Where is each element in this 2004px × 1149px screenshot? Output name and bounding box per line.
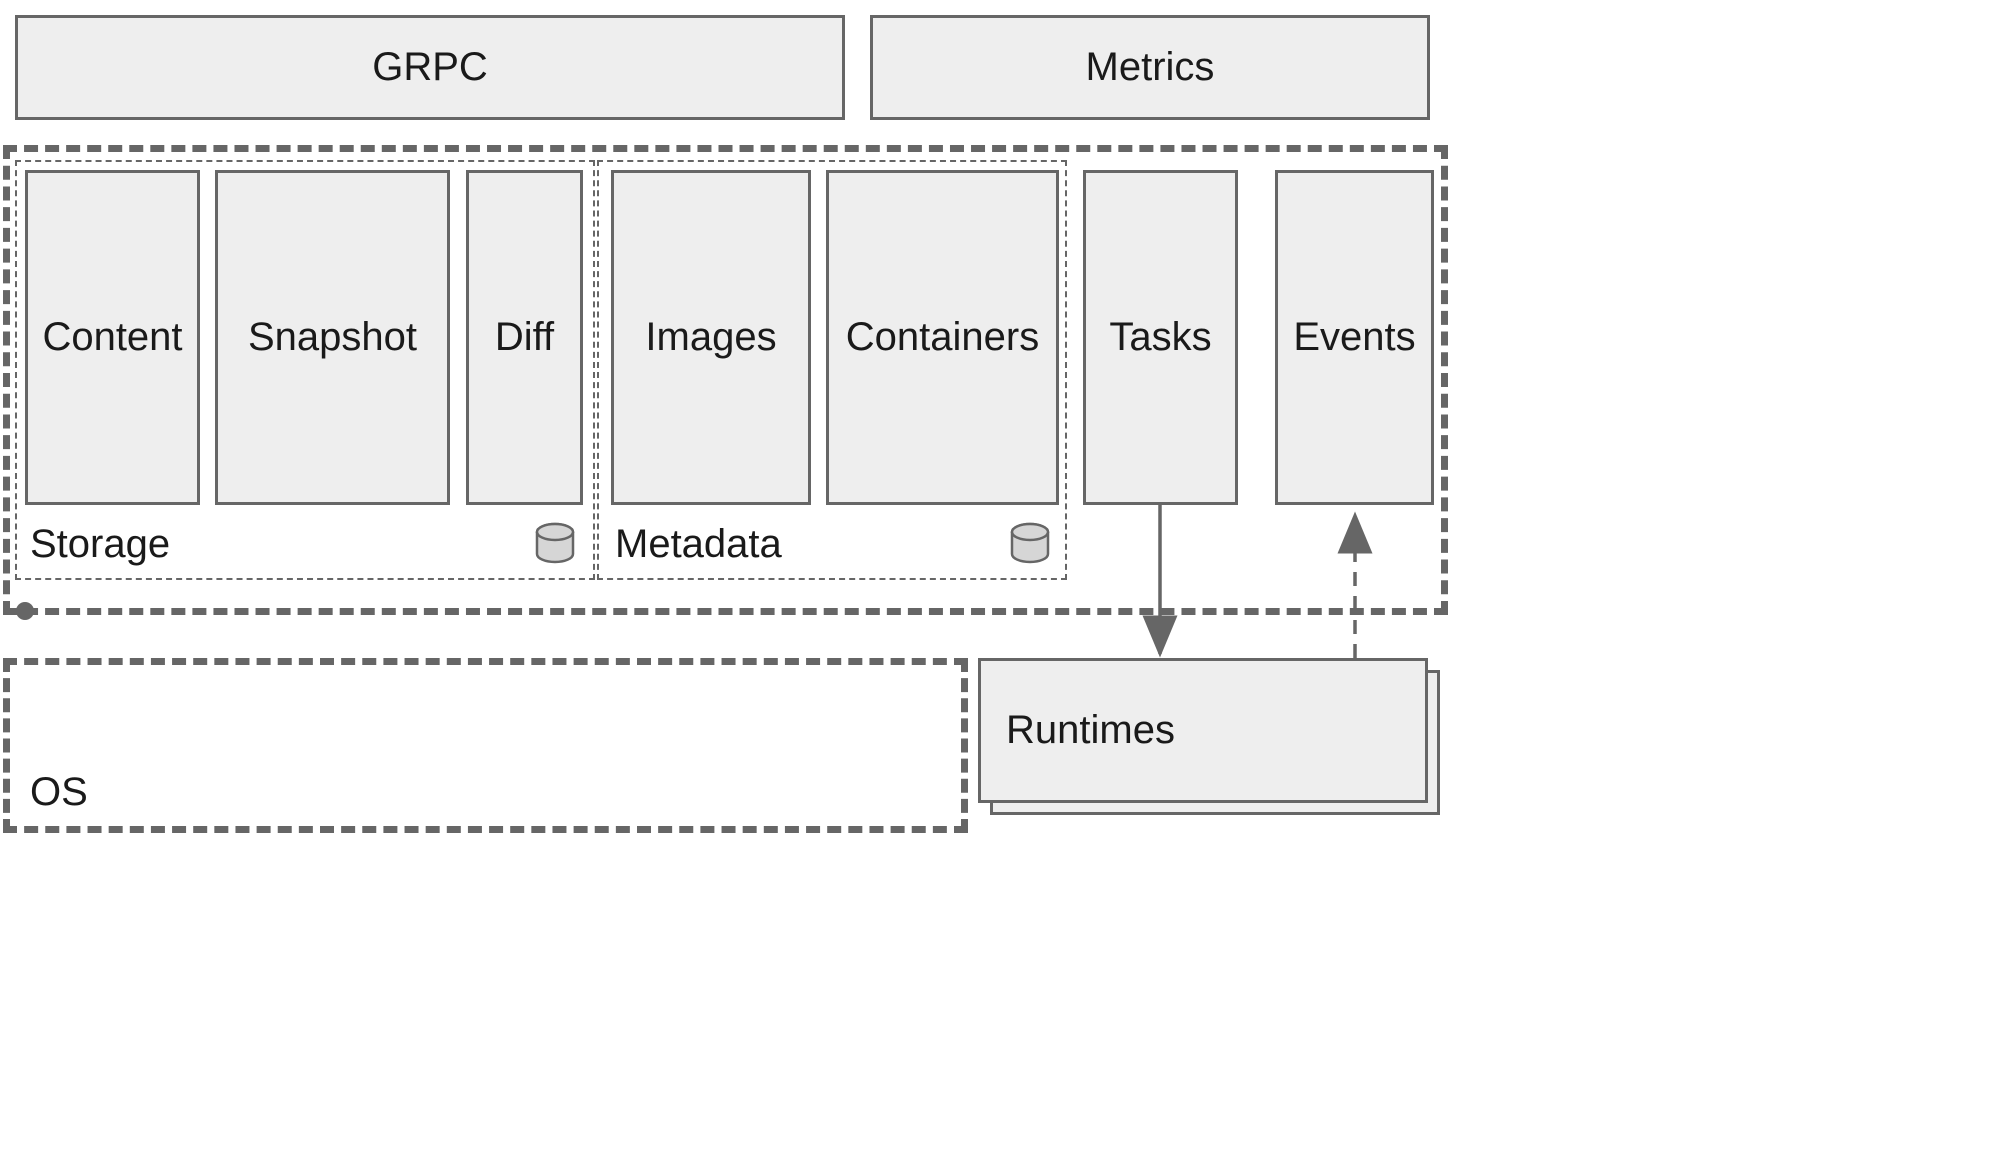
events-box: Events <box>1275 170 1434 505</box>
grpc-box: GRPC <box>15 15 845 120</box>
snapshot-box: Snapshot <box>215 170 450 505</box>
metrics-label: Metrics <box>1086 45 1215 90</box>
events-label: Events <box>1293 315 1415 360</box>
runtimes-label: Runtimes <box>1006 708 1175 753</box>
tasks-box: Tasks <box>1083 170 1238 505</box>
os-container <box>3 658 968 833</box>
content-box: Content <box>25 170 200 505</box>
grpc-label: GRPC <box>372 45 488 90</box>
images-box: Images <box>611 170 811 505</box>
snapshot-label: Snapshot <box>248 315 417 360</box>
containers-box: Containers <box>826 170 1059 505</box>
content-label: Content <box>42 315 182 360</box>
metadata-label: Metadata <box>615 522 782 567</box>
os-label: OS <box>30 770 88 815</box>
runtimes-box: Runtimes <box>978 658 1428 803</box>
diff-box: Diff <box>466 170 583 505</box>
architecture-diagram: GRPC Metrics Content Snapshot Diff Image… <box>0 0 2004 1149</box>
storage-label: Storage <box>30 522 170 567</box>
images-label: Images <box>645 315 776 360</box>
containers-label: Containers <box>846 315 1039 360</box>
diff-label: Diff <box>495 315 554 360</box>
metrics-box: Metrics <box>870 15 1430 120</box>
tasks-label: Tasks <box>1109 315 1211 360</box>
